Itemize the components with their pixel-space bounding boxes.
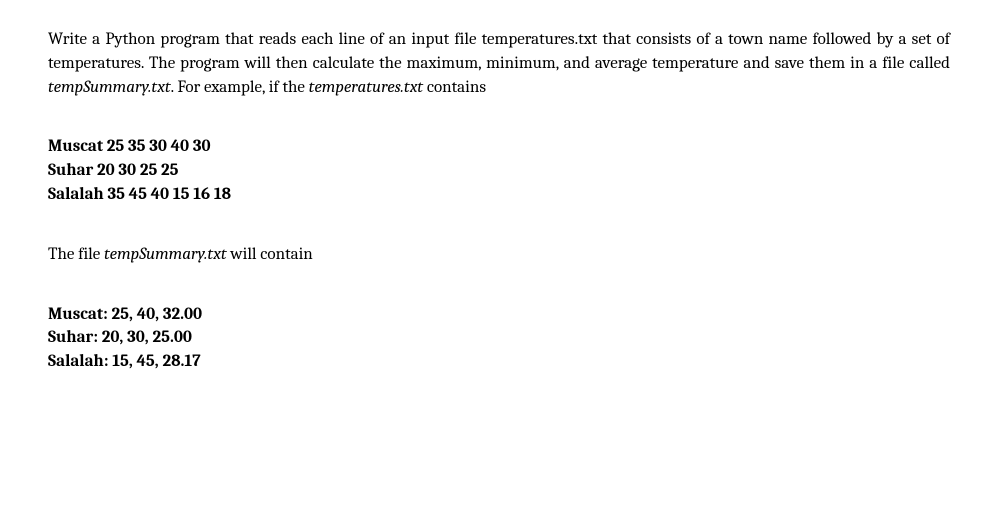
intro-text-mid: . For example, if the [171,78,309,97]
output-label-suffix: will contain [227,245,313,264]
output-line-3: Salalah: 15, 45, 28.17 [48,350,950,374]
output-file-contents: Muscat: 25, 40, 32.00 Suhar: 20, 30, 25.… [48,303,950,374]
intro-text-suffix: contains [423,78,486,97]
intro-filename-2: temperatures.txt [309,78,423,97]
output-label-prefix: The file [48,245,104,264]
problem-statement: Write a Python program that reads each l… [48,28,950,99]
output-label: The file tempSummary.txt will contain [48,243,950,267]
input-line-3: Salalah 35 45 40 15 16 18 [48,183,950,207]
input-line-2: Suhar 20 30 25 25 [48,159,950,183]
intro-text-prefix: Write a Python program that reads each l… [48,30,950,73]
input-line-1: Muscat 25 35 30 40 30 [48,135,950,159]
output-line-1: Muscat: 25, 40, 32.00 [48,303,950,327]
input-file-contents: Muscat 25 35 30 40 30 Suhar 20 30 25 25 … [48,135,950,206]
intro-filename-1: tempSummary.txt [48,78,171,97]
output-line-2: Suhar: 20, 30, 25.00 [48,326,950,350]
output-label-filename: tempSummary.txt [104,245,227,264]
